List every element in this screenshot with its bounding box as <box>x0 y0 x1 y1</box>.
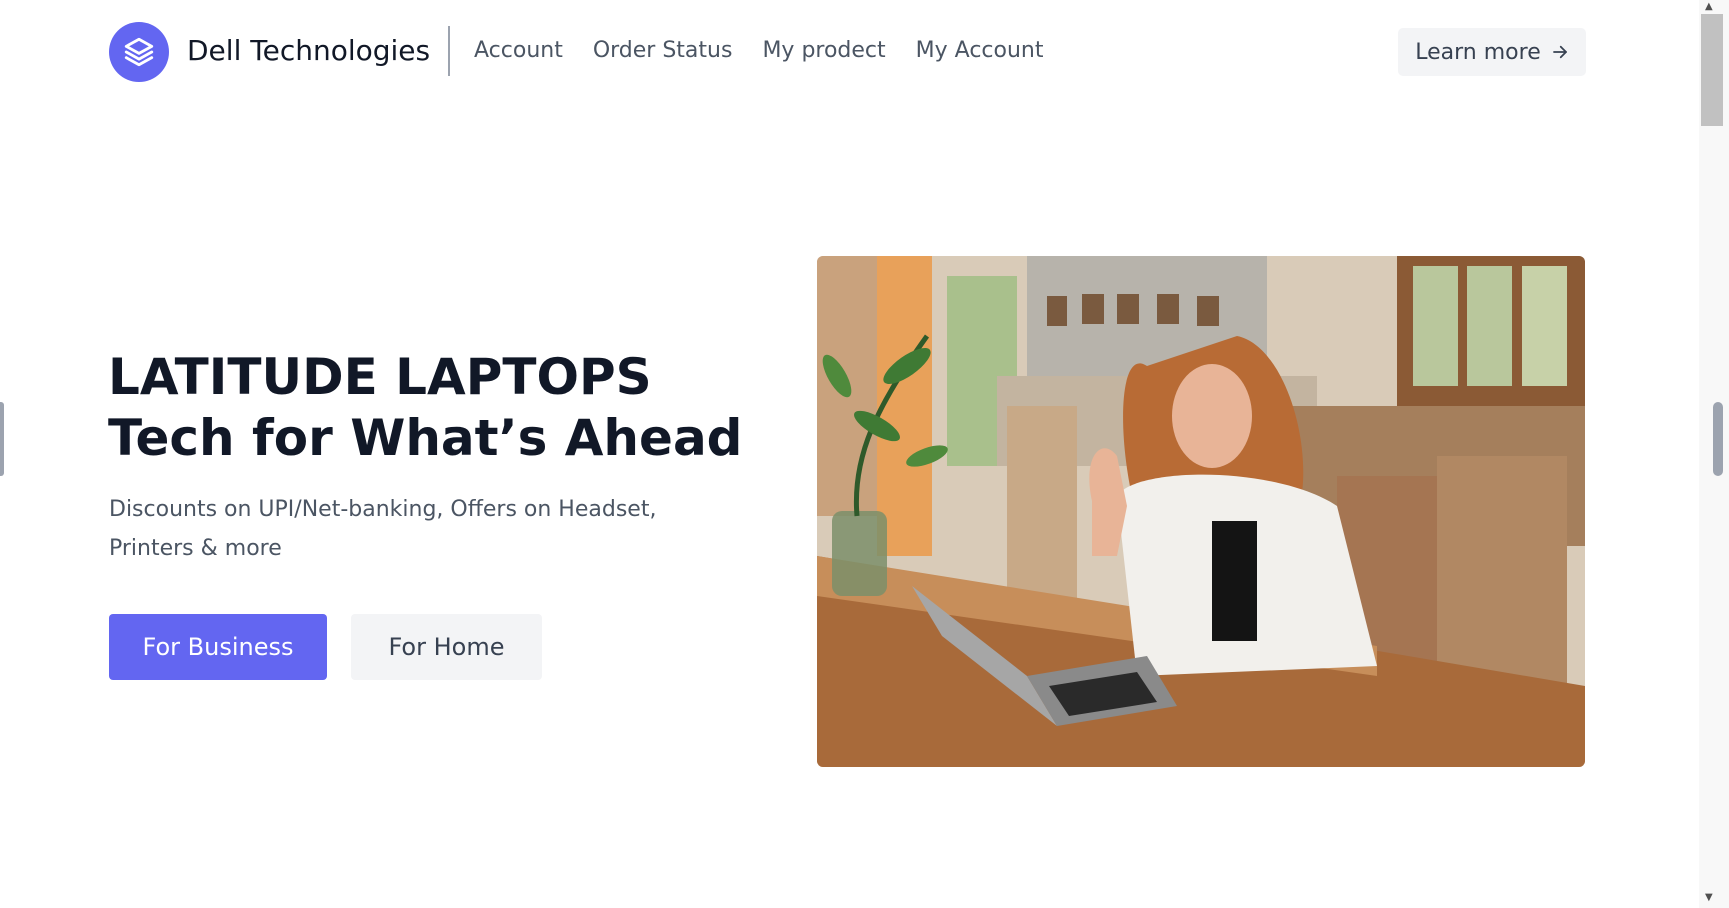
hero-image <box>817 256 1585 767</box>
arrow-right-icon <box>1552 45 1567 59</box>
right-panel-handle[interactable] <box>1713 402 1723 476</box>
nav-link-order-status[interactable]: Order Status <box>593 38 733 63</box>
hero-photo-illustration <box>817 256 1585 767</box>
learn-more-label: Learn more <box>1415 39 1541 65</box>
hero-title-line-1: LATITUDE LAPTOPS <box>108 348 652 406</box>
for-home-button[interactable]: For Home <box>351 614 542 680</box>
brand-name[interactable]: Dell Technologies <box>187 34 430 67</box>
hero-title-line-2: Tech for What’s Ahead <box>108 409 743 467</box>
logo[interactable] <box>109 22 169 82</box>
for-business-button[interactable]: For Business <box>109 614 327 680</box>
header-divider <box>448 26 450 76</box>
hero-title: LATITUDE LAPTOPS Tech for What’s Ahead <box>108 347 742 469</box>
nav-link-my-product[interactable]: My prodect <box>762 38 885 63</box>
main-nav: Account Order Status My prodect My Accou… <box>474 38 1043 63</box>
site-header: Dell Technologies Account Order Status M… <box>0 0 1699 106</box>
nav-link-my-account[interactable]: My Account <box>916 38 1044 63</box>
scroll-up-icon[interactable]: ▲ <box>1705 2 1713 12</box>
nav-link-account[interactable]: Account <box>474 38 563 63</box>
scroll-down-icon[interactable]: ▼ <box>1705 893 1713 903</box>
learn-more-button[interactable]: Learn more <box>1398 28 1586 76</box>
layers-icon <box>124 37 154 67</box>
hero-description: Discounts on UPI/Net-banking, Offers on … <box>109 497 657 561</box>
left-panel-handle[interactable] <box>0 402 4 476</box>
scrollbar-thumb[interactable] <box>1701 14 1723 126</box>
